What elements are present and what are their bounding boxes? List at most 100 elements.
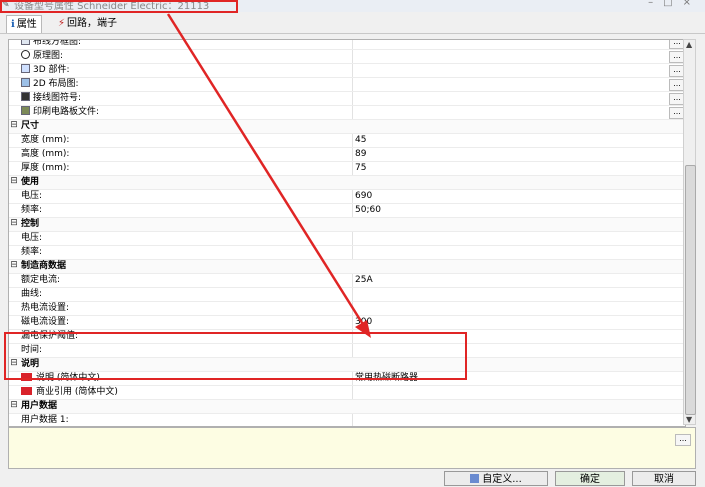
property-row[interactable]: 宽度 (mm): 45 — [9, 134, 685, 148]
property-value[interactable]: 25A — [355, 274, 373, 287]
property-name: 厚度 (mm): — [21, 162, 353, 175]
property-row[interactable]: 频率: 50;60 — [9, 204, 685, 218]
tab-circuits-label: 回路，端子 — [67, 18, 118, 29]
property-grid[interactable]: 布线方框图:... 原理图:... 3D 部件:... 2D 布局图:... 接线图符号… — [8, 39, 686, 427]
property-value[interactable]: 300 — [355, 316, 372, 329]
property-row[interactable]: 热电流设置: — [9, 302, 685, 316]
vertical-scrollbar[interactable]: ▲ ▼ — [683, 39, 696, 425]
property-row[interactable]: 商业引用 (简体中文) — [9, 386, 685, 400]
gear-icon — [470, 474, 480, 483]
flag-icon — [21, 387, 32, 395]
property-row[interactable]: 用户数据 1: — [9, 414, 685, 426]
category-name: 用户数据 — [21, 401, 58, 411]
property-value[interactable]: 690 — [355, 190, 372, 203]
category-row[interactable]: ⊟ 尺寸 — [9, 120, 685, 134]
property-label: 频率: — [21, 247, 43, 257]
property-name: 商业引用 (简体中文) — [21, 386, 353, 399]
description-ellipsis-button[interactable]: ... — [675, 434, 691, 446]
property-value[interactable]: 45 — [355, 134, 366, 147]
property-label: 电压: — [21, 233, 43, 243]
property-row[interactable]: 电压: — [9, 232, 685, 246]
collapse-icon[interactable]: ⊟ — [10, 177, 18, 186]
category-row[interactable]: ⊟ 制造商数据 — [9, 260, 685, 274]
minimize-icon[interactable]: – — [648, 0, 663, 8]
tab-properties-label: 属性 — [16, 19, 37, 30]
property-row[interactable]: 漏电保护阈值: — [9, 330, 685, 344]
property-row[interactable]: 厚度 (mm): 75 — [9, 162, 685, 176]
collapse-icon[interactable]: ⊟ — [10, 401, 18, 410]
property-label: 原理图: — [33, 51, 64, 61]
category-row[interactable]: ⊟ 使用 — [9, 176, 685, 190]
property-row[interactable]: 原理图:... — [9, 50, 685, 64]
maximize-icon[interactable]: □ — [663, 0, 682, 8]
property-row[interactable]: 时间: — [9, 344, 685, 358]
property-name: 接线图符号: — [21, 92, 353, 105]
app-icon: ✎ — [2, 0, 10, 10]
property-name: 说明 (简体中文) — [21, 372, 353, 385]
property-value[interactable]: 75 — [355, 162, 366, 175]
property-row[interactable]: 电压: 690 — [9, 190, 685, 204]
tab-circuits-terminals[interactable]: ⚡ 回路，端子 — [54, 15, 121, 32]
property-row[interactable]: 3D 部件:... — [9, 64, 685, 78]
property-value[interactable]: 89 — [355, 148, 366, 161]
close-icon[interactable]: × — [683, 0, 701, 8]
category-row[interactable]: ⊟ 用户数据 — [9, 400, 685, 414]
description-panel[interactable]: ... — [8, 427, 696, 469]
property-label: 3D 部件: — [33, 65, 70, 75]
property-name: 电压: — [21, 190, 353, 203]
wiring-symbol-icon — [21, 92, 30, 101]
property-value[interactable]: 常用热磁断路器 — [355, 372, 418, 385]
property-rows: 布线方框图:... 原理图:... 3D 部件:... 2D 布局图:... 接线图符号… — [9, 40, 685, 426]
tab-properties[interactable]: ℹ 属性 — [6, 15, 42, 33]
category-name: 说明 — [21, 359, 40, 369]
property-row[interactable]: 接线图符号:... — [9, 92, 685, 106]
category-name: 使用 — [21, 177, 40, 187]
category-name: 制造商数据 — [21, 261, 67, 271]
collapse-icon[interactable]: ⊟ — [10, 219, 18, 228]
collapse-icon[interactable]: ⊟ — [10, 359, 18, 368]
scroll-down-icon[interactable]: ▼ — [686, 415, 692, 424]
property-name: 频率: — [21, 246, 353, 259]
property-row[interactable]: 额定电流: 25A — [9, 274, 685, 288]
category-row[interactable]: ⊟ 说明 — [9, 358, 685, 372]
ok-label: 确定 — [580, 474, 600, 485]
property-row[interactable]: 曲线: — [9, 288, 685, 302]
property-name: 原理图: — [21, 50, 353, 63]
3d-part-icon — [21, 64, 30, 73]
property-row[interactable]: 布线方框图:... — [9, 40, 685, 50]
property-value[interactable]: 50;60 — [355, 204, 381, 217]
property-label: 2D 布局图: — [33, 79, 79, 89]
property-label: 曲线: — [21, 289, 43, 299]
property-name: 布线方框图: — [21, 40, 353, 49]
cancel-label: 取消 — [654, 474, 674, 485]
property-name: 高度 (mm): — [21, 148, 353, 161]
property-name: 频率: — [21, 204, 353, 217]
property-label: 热电流设置: — [21, 303, 70, 313]
property-label: 时间: — [21, 345, 43, 355]
property-row[interactable]: 频率: — [9, 246, 685, 260]
scroll-up-icon[interactable]: ▲ — [686, 40, 692, 49]
property-name: 电压: — [21, 232, 353, 245]
property-label: 接线图符号: — [33, 93, 82, 103]
property-name: 额定电流: — [21, 274, 353, 287]
category-row[interactable]: ⊟ 控制 — [9, 218, 685, 232]
property-row[interactable]: 2D 布局图:... — [9, 78, 685, 92]
layout-2d-icon — [21, 78, 30, 87]
scroll-thumb[interactable] — [685, 165, 696, 415]
property-name: 2D 布局图: — [21, 78, 353, 91]
property-label: 说明 (简体中文) — [36, 373, 100, 383]
property-row[interactable]: 说明 (简体中文) 常用热磁断路器 — [9, 372, 685, 386]
property-name: 3D 部件: — [21, 64, 353, 77]
property-name: 时间: — [21, 344, 353, 357]
tab-bar: ℹ 属性 ⚡ 回路，端子 — [0, 12, 705, 34]
property-row[interactable]: 印刷电路板文件:... — [9, 106, 685, 120]
collapse-icon[interactable]: ⊟ — [10, 261, 18, 270]
property-row[interactable]: 磁电流设置: 300 — [9, 316, 685, 330]
property-name: 宽度 (mm): — [21, 134, 353, 147]
property-label: 电压: — [21, 191, 43, 201]
window-controls[interactable]: –□× — [648, 0, 701, 8]
collapse-icon[interactable]: ⊟ — [10, 121, 18, 130]
category-name: 尺寸 — [21, 121, 40, 131]
property-row[interactable]: 高度 (mm): 89 — [9, 148, 685, 162]
property-name: 磁电流设置: — [21, 316, 353, 329]
